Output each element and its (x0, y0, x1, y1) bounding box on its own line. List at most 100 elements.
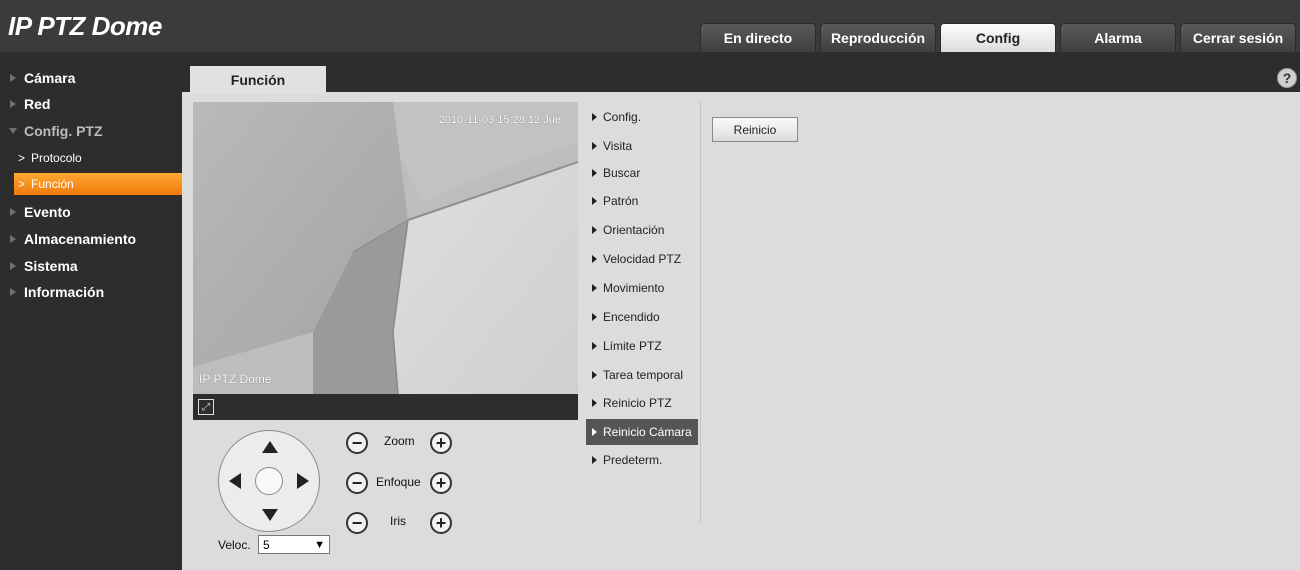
tab-alarma[interactable]: Alarma (1060, 23, 1176, 52)
sidebar-subitem-label: Protocolo (31, 151, 82, 165)
function-menu-label: Buscar (603, 166, 641, 180)
function-menu-orientacion[interactable]: Orientación (586, 217, 698, 243)
live-video[interactable]: 2010-11-03 15:28:12 Jue. IP PTZ Dome (193, 102, 578, 394)
triangle-down-icon (9, 128, 17, 134)
focus-label: Enfoque (376, 475, 421, 489)
sidebar-item-label: Almacenamiento (24, 231, 137, 247)
sidebar-item-almacenamiento[interactable]: Almacenamiento (0, 226, 182, 252)
video-camera-name: IP PTZ Dome (199, 372, 272, 386)
sidebar-item-label: Sistema (24, 258, 78, 274)
function-menu-label: Predeterm. (603, 453, 663, 467)
function-menu-label: Patrón (603, 194, 639, 208)
function-menu-label: Movimiento (603, 281, 665, 295)
ptz-joystick (218, 430, 320, 532)
triangle-right-icon (10, 74, 16, 82)
reinicio-button[interactable]: Reinicio (712, 117, 798, 142)
triangle-right-icon (592, 428, 597, 436)
sidebar-item-label: Cámara (24, 70, 76, 86)
sidebar-item-informacion[interactable]: Información (0, 279, 182, 305)
video-timestamp: 2010-11-03 15:28:12 Jue. (438, 114, 564, 126)
sidebar-subitem-label: Función (31, 177, 74, 191)
content-header: Función ? (182, 52, 1300, 94)
iris-close-button[interactable]: − (346, 512, 368, 534)
function-menu-movimiento[interactable]: Movimiento (586, 275, 698, 301)
sidebar-subitem-protocolo[interactable]: > Protocolo (0, 147, 182, 169)
sidebar-item-sistema[interactable]: Sistema (0, 253, 182, 279)
video-toolbar: ⤢ (193, 394, 578, 420)
tab-reproduccion[interactable]: Reproducción (820, 23, 936, 52)
function-menu-reinicio-camara[interactable]: Reinicio Cámara (586, 419, 698, 445)
triangle-right-icon (10, 262, 16, 270)
triangle-right-icon (592, 113, 597, 121)
triangle-right-icon (592, 456, 597, 464)
triangle-right-icon (592, 342, 597, 350)
function-menu-limite-ptz[interactable]: Límite PTZ (586, 333, 698, 359)
help-icon[interactable]: ? (1277, 68, 1297, 88)
tab-funcion[interactable]: Función (190, 66, 326, 94)
speed-label: Veloc. (218, 538, 251, 552)
triangle-right-icon (592, 226, 597, 234)
function-menu-label: Tarea temporal (603, 368, 684, 382)
function-menu-patron[interactable]: Patrón (586, 188, 698, 214)
sidebar-item-red[interactable]: Red (0, 91, 182, 117)
joystick-center-button[interactable] (255, 467, 283, 495)
zoom-out-button[interactable]: − (346, 432, 368, 454)
function-menu-visita[interactable]: Visita (586, 133, 698, 159)
chevron-right-icon: > (18, 151, 26, 165)
iris-label: Iris (390, 514, 406, 528)
zoom-in-button[interactable]: + (430, 432, 452, 454)
main-nav-tabs: En directo Reproducción Config Alarma Ce… (700, 23, 1300, 52)
sidebar-item-label: Información (24, 284, 105, 300)
video-frame (193, 102, 578, 394)
chevron-down-icon: ▼ (314, 539, 325, 551)
sidebar-item-label: Red (24, 96, 51, 112)
triangle-right-icon (10, 100, 16, 108)
tab-config[interactable]: Config (940, 23, 1056, 52)
tab-cerrar-sesion[interactable]: Cerrar sesión (1180, 23, 1296, 52)
function-menu-encendido[interactable]: Encendido (586, 304, 698, 330)
fullscreen-icon[interactable]: ⤢ (198, 399, 214, 415)
sidebar-subitem-funcion[interactable]: > Función (14, 173, 182, 195)
arrow-right-icon[interactable] (297, 473, 309, 489)
triangle-right-icon (592, 197, 597, 205)
function-menu-config[interactable]: Config. (586, 104, 698, 130)
arrow-up-icon[interactable] (262, 441, 278, 453)
sidebar-item-evento[interactable]: Evento (0, 199, 182, 225)
speed-select[interactable]: 5 ▼ (258, 535, 330, 554)
zoom-label: Zoom (384, 434, 415, 448)
sidebar: Cámara Red Config. PTZ > Protocolo > Fun… (0, 52, 182, 570)
sidebar-item-label: Config. PTZ (24, 123, 103, 139)
triangle-right-icon (592, 169, 597, 177)
triangle-right-icon (10, 208, 16, 216)
function-menu-label: Visita (603, 139, 633, 153)
function-menu-reinicio-ptz[interactable]: Reinicio PTZ (586, 390, 698, 416)
function-menu-label: Orientación (603, 223, 665, 237)
function-menu-buscar[interactable]: Buscar (586, 160, 698, 186)
function-menu-label: Reinicio Cámara (603, 425, 692, 439)
sidebar-item-label: Evento (24, 204, 71, 220)
app-title: IP PTZ Dome (8, 11, 162, 41)
triangle-right-icon (592, 313, 597, 321)
triangle-right-icon (592, 142, 597, 150)
function-menu-label: Config. (603, 110, 642, 124)
arrow-down-icon[interactable] (262, 509, 278, 521)
sidebar-item-config-ptz[interactable]: Config. PTZ (0, 118, 182, 144)
triangle-right-icon (592, 284, 597, 292)
function-menu-predeterm[interactable]: Predeterm. (586, 447, 698, 473)
function-menu-label: Límite PTZ (603, 339, 662, 353)
top-bar: IP PTZ Dome En directo Reproducción Conf… (0, 0, 1300, 52)
triangle-right-icon (592, 371, 597, 379)
triangle-right-icon (592, 255, 597, 263)
speed-value: 5 (263, 537, 270, 552)
function-menu-tarea-temporal[interactable]: Tarea temporal (586, 362, 698, 388)
iris-open-button[interactable]: + (430, 512, 452, 534)
triangle-right-icon (592, 399, 597, 407)
tab-en-directo[interactable]: En directo (700, 23, 816, 52)
chevron-right-icon: > (18, 177, 26, 191)
focus-far-button[interactable]: + (430, 472, 452, 494)
sidebar-item-camara[interactable]: Cámara (0, 65, 182, 91)
focus-near-button[interactable]: − (346, 472, 368, 494)
function-menu-velocidad-ptz[interactable]: Velocidad PTZ (586, 246, 698, 272)
triangle-right-icon (10, 288, 16, 296)
arrow-left-icon[interactable] (229, 473, 241, 489)
